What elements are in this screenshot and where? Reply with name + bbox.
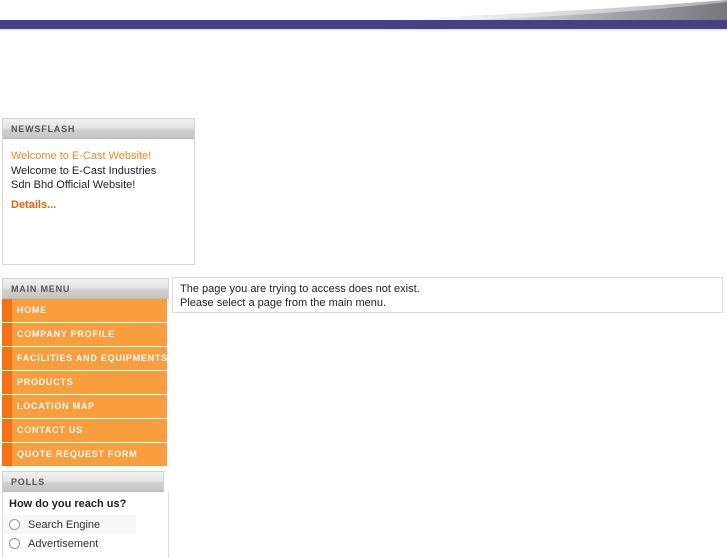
sidebar-item-label: COMPANY PROFILE [17, 329, 115, 339]
sidebar-item-label: QUOTE REQUEST FORM [17, 449, 138, 459]
poll-option-advertisement[interactable]: Advertisement [3, 534, 136, 553]
site-banner [0, 0, 727, 34]
content-message-line-1: The page you are trying to access does n… [180, 283, 420, 295]
radio-button-icon[interactable] [9, 519, 20, 530]
poll-option-label: Advertisement [28, 537, 99, 550]
sidebar-item-company-profile[interactable]: COMPANY PROFILE [2, 323, 167, 346]
menu-tab-marker [2, 371, 12, 394]
newsflash-module: NEWSFLASH Welcome to E-Cast Website! Wel… [2, 118, 195, 265]
newsflash-body: Welcome to E-Cast Website! Welcome to E-… [2, 139, 195, 265]
sidebar-item-location-map[interactable]: LOCATION MAP [2, 395, 167, 418]
sidebar-item-label: HOME [17, 305, 47, 315]
newsflash-line-2: Sdn Bhd Official Website! [11, 179, 136, 191]
poll-question: How do you reach us? [9, 498, 127, 510]
sidebar-item-label: FACILITIES AND EQUIPMENTS [17, 353, 168, 363]
sidebar-item-facilities-and-equipments[interactable]: FACILITIES AND EQUIPMENTS [2, 347, 167, 370]
sidebar-item-label: LOCATION MAP [17, 401, 95, 411]
menu-tab-marker [2, 419, 12, 442]
main-content-panel: The page you are trying to access does n… [172, 277, 723, 313]
newsflash-header: NEWSFLASH [2, 118, 195, 139]
newsflash-details-link[interactable]: Details... [11, 198, 56, 212]
sidebar-item-quote-request-form[interactable]: QUOTE REQUEST FORM [2, 443, 167, 466]
banner-swoosh-graphic [330, 0, 727, 21]
menu-tab-marker [2, 443, 12, 466]
sidebar-item-contact-us[interactable]: CONTACT US [2, 419, 167, 442]
main-menu-header: MAIN MENU [2, 278, 169, 299]
main-menu-module: MAIN MENU HOME COMPANY PROFILE FACILITIE… [2, 278, 169, 467]
content-message-line-2: Please select a page from the main menu. [180, 297, 387, 309]
menu-tab-marker [2, 347, 12, 370]
sidebar-item-home[interactable]: HOME [2, 299, 167, 322]
polls-body: How do you reach us? Search Engine Adver… [2, 492, 169, 558]
newsflash-title: Welcome to E-Cast Website! [11, 150, 152, 162]
poll-option-search-engine[interactable]: Search Engine [3, 515, 136, 534]
newsflash-line-1: Welcome to E-Cast Industries [11, 165, 157, 177]
menu-tab-marker [2, 323, 12, 346]
sidebar-item-products[interactable]: PRODUCTS [2, 371, 167, 394]
banner-accent-bar [0, 20, 727, 29]
poll-option-label: Search Engine [28, 518, 101, 531]
banner-bar-shadow [0, 29, 727, 31]
radio-button-icon[interactable] [9, 538, 20, 549]
main-menu-list: HOME COMPANY PROFILE FACILITIES AND EQUI… [2, 299, 167, 466]
menu-tab-marker [2, 299, 12, 322]
sidebar-item-label: CONTACT US [17, 425, 83, 435]
menu-tab-marker [2, 395, 12, 418]
sidebar-item-label: PRODUCTS [17, 377, 74, 387]
polls-header: POLLS [2, 471, 164, 492]
